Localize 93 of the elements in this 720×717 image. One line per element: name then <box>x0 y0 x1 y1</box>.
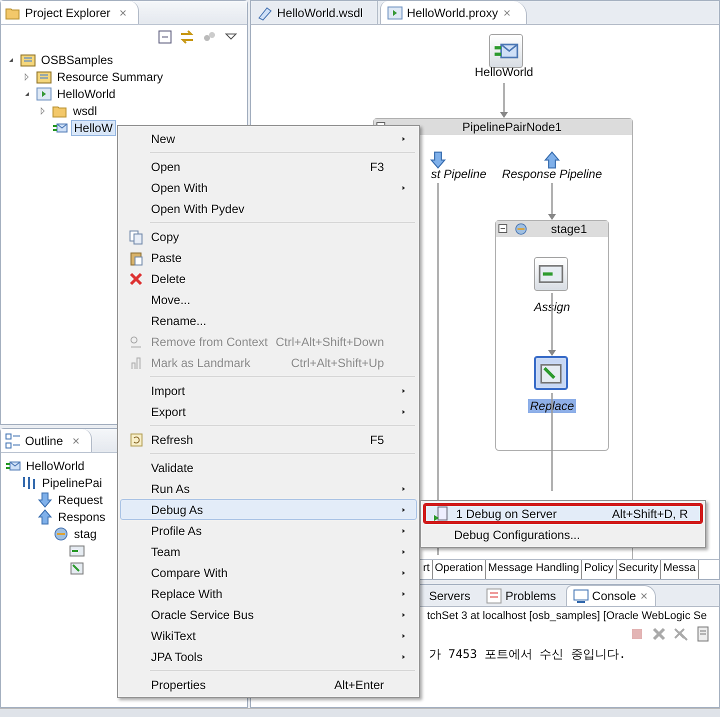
menu-item[interactable]: Open With <box>120 177 417 198</box>
document-icon[interactable] <box>695 626 711 642</box>
console-icon <box>573 588 590 604</box>
menu-item[interactable]: Validate <box>120 457 417 478</box>
down-arrow-icon <box>37 492 53 508</box>
replace-icon <box>69 560 85 576</box>
proxy-folder-icon <box>36 86 52 102</box>
tree-item[interactable]: OSBSamples <box>39 52 116 66</box>
property-tab[interactable]: Security <box>616 560 662 579</box>
tree-item[interactable]: wsdl <box>71 104 100 118</box>
close-icon[interactable] <box>118 8 128 18</box>
paste-icon <box>128 250 144 266</box>
property-tab[interactable]: Operation <box>432 560 486 579</box>
menu-item[interactable]: Profile As <box>120 520 417 541</box>
delete-icon <box>128 270 144 286</box>
up-arrow-icon <box>543 151 561 169</box>
action-label[interactable]: Replace <box>528 399 576 413</box>
console-description: tchSet 3 at localhost [osb_samples] [Oracle WebLogic Se <box>427 610 707 622</box>
menu-item[interactable]: Export <box>120 401 417 422</box>
editor-tab[interactable]: HelloWorld.proxy <box>380 1 527 24</box>
debug-icon <box>433 506 449 522</box>
close-icon[interactable] <box>502 8 512 18</box>
pipeline-icon <box>21 474 37 490</box>
refresh-icon <box>128 432 144 448</box>
box-title: stage1 <box>550 222 588 236</box>
pipeline-label: st Pipeline <box>431 167 486 181</box>
menu-item[interactable]: Delete <box>120 268 417 289</box>
console-output: 가 7453 포트에서 수신 중입니다. <box>429 646 626 663</box>
tree-item[interactable]: Resource Summary <box>55 70 166 84</box>
menu-item[interactable]: Run As <box>120 478 417 499</box>
menu-item[interactable]: Open F3 <box>120 156 417 177</box>
menu-item[interactable]: Oracle Service Bus <box>120 604 417 625</box>
property-tab[interactable]: Message Handling <box>486 560 582 579</box>
remove-all-icon[interactable] <box>673 626 689 642</box>
tree-item[interactable]: HelloWorld <box>55 86 118 100</box>
up-arrow-icon <box>37 508 53 524</box>
assign-icon <box>69 542 85 558</box>
connector-arrow <box>548 183 556 220</box>
pipeline-label: Response Pipeline <box>502 167 602 181</box>
tree-item[interactable]: Respons <box>56 510 108 524</box>
stop-icon[interactable] <box>629 626 645 642</box>
problems-icon <box>486 588 502 604</box>
menu-item[interactable]: Compare With <box>120 562 417 583</box>
tree-item[interactable]: Request <box>56 492 105 506</box>
menu-item[interactable]: Refresh F5 <box>120 429 417 450</box>
menu-item[interactable]: Replace With <box>120 583 417 604</box>
action-label[interactable]: Assign <box>534 300 570 314</box>
wsdl-icon <box>257 4 273 20</box>
box-title: PipelinePairNode1 <box>461 120 563 134</box>
down-arrow-icon <box>429 151 447 169</box>
menu-item[interactable]: 1 Debug on Server Alt+Shift+D, R <box>423 503 703 524</box>
stage-icon <box>514 222 528 236</box>
tree-item[interactable]: HelloW <box>71 120 116 136</box>
link-arrows-icon[interactable] <box>179 29 195 45</box>
tree-item[interactable]: HelloWorld <box>24 458 86 472</box>
menu-item[interactable]: JPA Tools <box>120 646 417 667</box>
menu-item[interactable]: Copy <box>120 226 417 247</box>
view-tab[interactable]: Outline <box>1 429 92 452</box>
menu-item[interactable]: Team <box>120 541 417 562</box>
menu-item[interactable]: New <box>120 128 417 149</box>
menu-item[interactable]: Move... <box>120 289 417 310</box>
project-icon <box>36 68 52 84</box>
editor-tab[interactable]: HelloWorld.wsdl <box>251 1 378 24</box>
menu-item[interactable]: Rename... <box>120 310 417 331</box>
copy-icon <box>128 228 144 244</box>
view-tab[interactable]: Project Explorer <box>1 1 140 24</box>
menu-item[interactable]: Import <box>120 380 417 401</box>
console-tab[interactable]: Problems <box>480 585 562 606</box>
remove-icon[interactable] <box>651 626 667 642</box>
console-tab[interactable]: Console <box>566 585 656 606</box>
property-tab[interactable]: Messa <box>661 560 699 579</box>
node-label: HelloWorld <box>474 65 534 79</box>
proxy-icon <box>386 4 403 20</box>
menu-item[interactable]: WikiText <box>120 625 417 646</box>
menu-item[interactable]: Debug As <box>120 499 417 520</box>
menu-item[interactable]: Properties Alt+Enter <box>120 674 417 695</box>
outline-icon <box>5 432 21 448</box>
property-tab[interactable]: Policy <box>582 560 617 579</box>
stage-icon <box>53 526 69 542</box>
collapse-all-icon[interactable] <box>157 29 173 45</box>
property-tab[interactable]: rt <box>421 560 433 579</box>
menu-item[interactable]: Paste <box>120 247 417 268</box>
connector-arrow <box>500 83 508 118</box>
close-icon[interactable] <box>639 591 650 601</box>
tree-item[interactable]: stag <box>72 526 99 540</box>
tree-item[interactable]: PipelinePai <box>40 476 104 490</box>
close-icon[interactable] <box>71 436 82 446</box>
action-node[interactable] <box>534 356 568 390</box>
console-tab[interactable]: Servers <box>423 585 476 606</box>
project-icon <box>20 52 36 68</box>
menu-item[interactable]: Debug Configurations... <box>423 524 703 545</box>
action-node[interactable] <box>534 257 568 291</box>
menu-item[interactable]: Open With Pydev <box>120 198 417 219</box>
